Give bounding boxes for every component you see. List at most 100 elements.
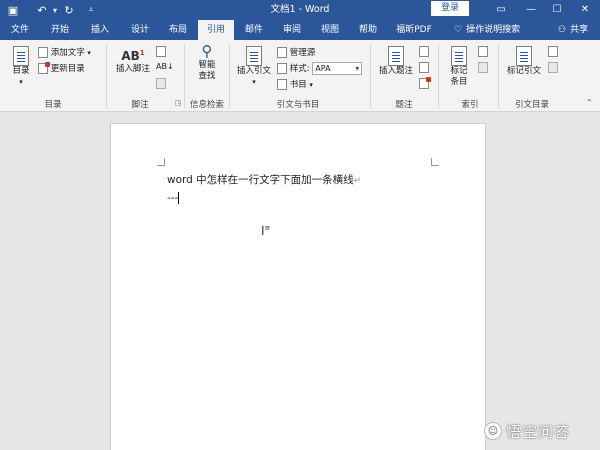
update-index-button[interactable] [478,62,488,73]
add-text-icon [38,47,48,58]
ibeam-cursor-icon: I≡ [261,224,271,238]
maximize-icon[interactable]: ☐ [542,0,572,20]
document-text-line[interactable]: word 中怎样在一行文字下面加一条横线↵ [167,172,361,187]
insert-table-of-authorities-button[interactable] [548,46,558,57]
mark-entry-label-1: 标记 [450,66,468,76]
manage-sources-label: 管理源 [289,48,316,58]
paragraph-mark: ↵ [353,176,362,186]
manage-sources-button[interactable]: 管理源 [277,46,315,58]
mark-citation-button[interactable]: 标记引文 [504,46,544,77]
document-line-2: --- [167,192,179,204]
style-icon [277,63,287,74]
title-bar: ▣ ↶ ▾ ↻ ⩡ 文档1 - Word 登录 ▭ — ☐ ✕ [0,0,600,20]
tab-view[interactable]: 视图 [316,20,344,40]
tab-home[interactable]: 开始 [46,20,74,40]
toc-button-label: 目录 [12,66,30,76]
insert-citation-label: 插入引文 [236,66,271,76]
redo-icon[interactable]: ↻ [62,0,76,20]
bibliography-button[interactable]: 书目 ▾ [277,78,313,90]
divider [498,44,499,108]
insert-footnote-label: 插入脚注 [115,64,150,74]
next-footnote-icon: AB↓ [156,62,174,71]
tab-insert[interactable]: 插入 [86,20,114,40]
index-group-label: 索引 [461,100,479,110]
close-icon[interactable]: ✕ [570,0,600,20]
table-of-authorities-icon [548,46,558,57]
chevron-down-icon: ▾ [252,78,256,86]
tab-help[interactable]: 帮助 [354,20,382,40]
insert-table-of-figures-button[interactable] [419,46,429,57]
manage-sources-icon [277,47,287,58]
toc-button[interactable]: 目录 ▾ [8,46,34,88]
dialog-launcher-icon[interactable]: ◳ [175,99,182,107]
authorities-group-label: 引文目录 [514,100,549,110]
chevron-down-icon: ▾ [309,81,313,89]
mark-entry-label-2: 条目 [450,77,468,87]
update-index-icon [478,62,488,73]
restore-icon[interactable]: ▭ [486,0,516,20]
insert-caption-button[interactable]: 插入题注 [376,46,416,77]
tab-file[interactable]: 文件 [6,20,34,40]
text-cursor [178,192,180,204]
add-text-button[interactable]: 添加文字 ▾ [38,46,91,58]
document-page[interactable]: word 中怎样在一行文字下面加一条横线↵ --- I≡ [110,123,486,450]
document-line-1: word 中怎样在一行文字下面加一条横线 [167,174,354,186]
tab-design[interactable]: 设计 [126,20,154,40]
update-table-of-authorities-button[interactable] [548,62,558,73]
divider [229,44,230,108]
document-text-line[interactable]: --- [167,192,180,204]
tab-layout[interactable]: 布局 [164,20,192,40]
share-button[interactable]: ⚇ 共享 [558,20,588,40]
save-icon[interactable]: ▣ [6,0,20,20]
cross-reference-icon [419,77,431,89]
toc-group-label: 目录 [44,100,62,110]
customize-icon[interactable]: ⩡ [86,0,96,20]
footnotes-group-label: 脚注 [131,100,149,110]
mark-entry-icon [451,46,467,66]
smart-lookup-label-1: 智能 [198,60,216,70]
insert-caption-label: 插入题注 [378,66,413,76]
update-toc-label: 更新目录 [50,64,85,74]
update-table-button[interactable] [419,62,429,73]
ribbon-tabs: 文件 开始 插入 设计 布局 引用 邮件 审阅 视图 帮助 福昕PDF ♡ 操作… [0,20,600,40]
divider [184,44,185,108]
insert-index-icon [478,46,488,57]
margin-corner-mark [431,158,439,166]
bibliography-icon [277,79,287,90]
cross-reference-button[interactable] [419,77,431,89]
citation-style-select[interactable]: APA [312,62,363,75]
insert-citation-button[interactable]: 插入引文 ▾ [234,46,274,88]
tell-me-search[interactable]: ♡ 操作说明搜索 [454,20,520,40]
undo-icon[interactable]: ↶ [34,0,50,20]
insert-footnote-button[interactable]: AB1 插入脚注 [112,48,154,75]
ribbon-panel: 目录 ▾ 添加文字 ▾ 更新目录 目录 AB1 插入脚注 AB↓ 脚注 ◳ ⚲ … [0,40,600,112]
mark-entry-button[interactable]: 标记 条目 [444,46,474,88]
add-text-label: 添加文字 [50,48,85,58]
style-label: 样式: [289,64,310,74]
update-toc-button[interactable]: 更新目录 [38,62,85,74]
document-canvas: word 中怎样在一行文字下面加一条横线↵ --- I≡ [0,113,600,450]
smart-lookup-button[interactable]: ⚲ 智能 查找 [192,44,222,82]
chevron-down-icon: ▾ [87,49,91,57]
next-footnote-button[interactable]: AB↓ [156,62,174,71]
mark-citation-label: 标记引文 [506,66,541,76]
collapse-ribbon-icon[interactable]: ⌃ [586,98,593,107]
undo-dropdown-icon[interactable]: ▾ [50,0,60,20]
watermark: ☺ 悟空问答 [484,420,594,442]
person-icon: ⚇ [558,25,567,35]
tab-references[interactable]: 引用 [198,20,234,40]
insert-citation-icon [246,46,262,66]
tab-review[interactable]: 审阅 [278,20,306,40]
toc-icon [13,46,29,66]
citation-style: 样式: APA [277,62,363,75]
insert-index-button[interactable] [478,46,488,57]
chevron-down-icon: ▾ [19,78,23,86]
insert-endnote-button[interactable] [156,46,166,57]
show-notes-button[interactable] [156,78,166,89]
tab-mailings[interactable]: 邮件 [240,20,268,40]
insert-caption-icon [388,46,404,66]
update-authorities-icon [548,62,558,73]
tab-foxit-pdf[interactable]: 福昕PDF [392,20,436,40]
divider [370,44,371,108]
login-button[interactable]: 登录 [431,1,469,16]
